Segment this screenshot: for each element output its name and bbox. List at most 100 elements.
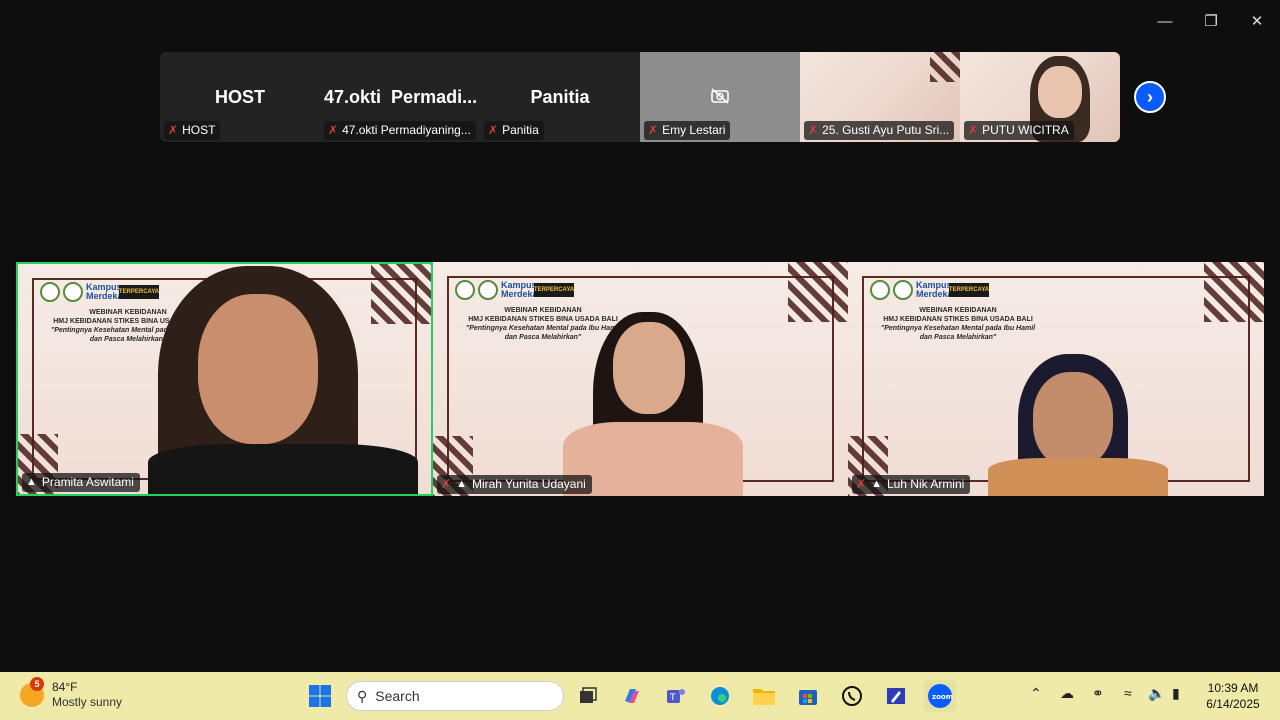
onedrive-icon[interactable]: ☁ [1060,685,1074,702]
slide-line: HMJ KEBIDANAN STIKES BINA USADA BALI [468,316,618,323]
teams-icon[interactable]: T [662,682,690,710]
mic-muted-icon: ✗ [488,123,499,137]
slide-title: WEBINAR KEBIDANAN HMJ KEBIDANAN STIKES BI… [463,306,623,342]
participant-label: ✗ ▲ Mirah Yunita Udayani [437,475,592,494]
participant-strip: HOST ✗ HOST 47.okti Permadi... ✗ 47.okti P… [160,52,1120,142]
slide-line: "Pentingnya Kesehatan Mental pada Ibu Ha… [465,325,621,341]
weather-widget[interactable]: 5 84°F Mostly sunny [20,677,122,710]
participant-name: Emy Lestari [662,123,726,137]
svg-text:T: T [669,693,676,703]
mic-muted-icon: ✗ [968,123,979,137]
participant-face [1038,66,1082,118]
close-icon[interactable]: ✕ [1234,8,1280,34]
search-icon: ⚲ [357,687,368,704]
copilot-icon[interactable] [618,682,646,710]
tile-name-large: Panitia [530,87,590,107]
next-page-button[interactable]: › [1134,81,1166,113]
participant-name: Pramita Aswitami [41,475,134,489]
camera-off-icon [711,88,729,104]
zoom-window: — ❐ ✕ HOST ✗ HOST 47.okti Permadi... ✗ 47.… [0,0,1280,672]
slide-decoration [1204,262,1264,322]
mic-muted-icon: ✗ [648,123,659,137]
clock-time: 10:39 AM [1207,681,1259,695]
participant-tile-host[interactable]: HOST ✗ HOST [160,52,320,142]
search-placeholder: Search [375,688,420,704]
edge-icon[interactable] [706,682,734,710]
restore-icon[interactable]: ❐ [1188,8,1234,34]
kampus-merdeka-logo: Kampus Merdeka [86,282,123,301]
slide-decoration [788,262,848,322]
participant-label: ✗ Emy Lestari [644,121,731,140]
weather-condition: Mostly sunny [52,695,123,709]
slide-logos: Kampus Merdeka TERPERCAYA [870,280,989,300]
wifi-icon[interactable]: ≈ [1124,685,1132,701]
kampus-merdeka-logo: Kampus Merdeka [501,280,538,299]
participant-label: ✗ ▲ Luh Nik Armini [852,475,971,494]
banner-logo: TERPERCAYA [119,285,159,299]
participant-name: Mirah Yunita Udayani [471,477,586,491]
logo-icon [63,282,83,302]
banner-logo: TERPERCAYA [949,283,989,297]
participant-name: Panitia [502,123,539,137]
taskbar-search[interactable]: ⚲ Search [346,681,564,711]
slide-line: HMJ KEBIDANAN STIKES BINA USADA BALI [883,316,1033,323]
windows-start-icon[interactable] [306,682,334,710]
kampus-merdeka-logo: Kampus Merdeka [916,280,953,299]
mic-muted-icon: ✗ [328,123,339,137]
windows-taskbar: 5 84°F Mostly sunny ⚲ Search T zoom ⌃ ☁ … [0,672,1280,720]
mic-muted-icon: ✗ [441,477,452,491]
slide-logos: Kampus Merdeka TERPERCAYA [455,280,574,300]
zoom-icon[interactable]: zoom [924,680,956,712]
participant-name: 25. Gusti Ayu Putu Sri... [822,123,950,137]
participant-name: PUTU WICITRA [982,123,1069,137]
volume-icon[interactable]: 🔈 [1148,685,1165,702]
slide-title: WEBINAR KEBIDANAN HMJ KEBIDANAN STIKES BI… [878,306,1038,342]
file-explorer-icon[interactable] [750,682,778,710]
video-tile-mirah[interactable]: Kampus Merdeka TERPERCAYA WEBINAR KEBIDAN… [433,262,848,496]
participant-tile-putu[interactable]: ✗ PUTU WICITRA [960,52,1120,142]
pin-icon: ▲ [456,478,467,490]
temperature: 84°F [52,680,78,694]
sun-icon: 5 [20,677,44,707]
participant-tile-okti[interactable]: 47.okti Permadi... ✗ 47.okti Permadiyanin… [320,52,480,142]
logo-icon [40,282,60,302]
participant-label: ✗ PUTU WICITRA [964,121,1074,140]
battery-icon[interactable]: ▮ [1172,685,1180,702]
participant-label: ✗ 25. Gusti Ayu Putu Sri... [804,121,955,140]
task-view-icon[interactable] [574,682,602,710]
mic-muted-icon: ✗ [808,123,819,137]
participant-label: ✗ 47.okti Permadiyaning... [324,121,476,140]
participant-tile-panitia[interactable]: Panitia ✗ Panitia [480,52,640,142]
slide-line: "Pentingnya Kesehatan Mental pada Ibu Ha… [880,325,1036,341]
logo-icon [893,280,913,300]
participant-body [148,444,418,494]
logo-icon [455,280,475,300]
store-icon[interactable] [794,682,822,710]
pin-icon: ▲ [871,478,882,490]
participant-face [613,322,685,414]
system-clock[interactable]: 10:39 AM 6/14/2025 [1196,680,1270,712]
slide-line: WEBINAR KEBIDANAN [919,307,997,314]
video-tile-pramita[interactable]: Kampus Merdeka TERPERCAYA WEBINAR KEBIDAN… [16,262,433,496]
tile-name-large-group: 47.okti Permadi... [324,87,480,108]
logo-icon [478,280,498,300]
participant-tile-gusti[interactable]: ✗ 25. Gusti Ayu Putu Sri... [800,52,980,142]
slide-line: WEBINAR KEBIDANAN [504,307,582,314]
participant-face [198,294,318,444]
weather-text: 84°F Mostly sunny [52,680,122,710]
participant-label: ✗ Panitia [484,121,544,140]
participant-label: ✗ HOST [164,121,221,140]
participant-tile-emy[interactable]: ✗ Emy Lestari [640,52,800,142]
whatsapp-icon[interactable] [838,682,866,710]
video-tile-luh[interactable]: Kampus Merdeka TERPERCAYA WEBINAR KEBIDAN… [848,262,1264,496]
microphone-icon[interactable]: ⚭ [1092,685,1104,702]
participant-body [988,458,1168,496]
notepad-app-icon[interactable] [882,682,910,710]
show-hidden-icons[interactable]: ⌃ [1030,685,1042,702]
tile-name-large: HOST [214,87,265,107]
slide-logos: Kampus Merdeka TERPERCAYA [40,282,159,302]
participant-name: HOST [182,123,216,137]
weather-badge: 5 [30,677,44,691]
tile-name-large: 47.okti [324,87,382,107]
minimize-icon[interactable]: — [1142,8,1188,34]
